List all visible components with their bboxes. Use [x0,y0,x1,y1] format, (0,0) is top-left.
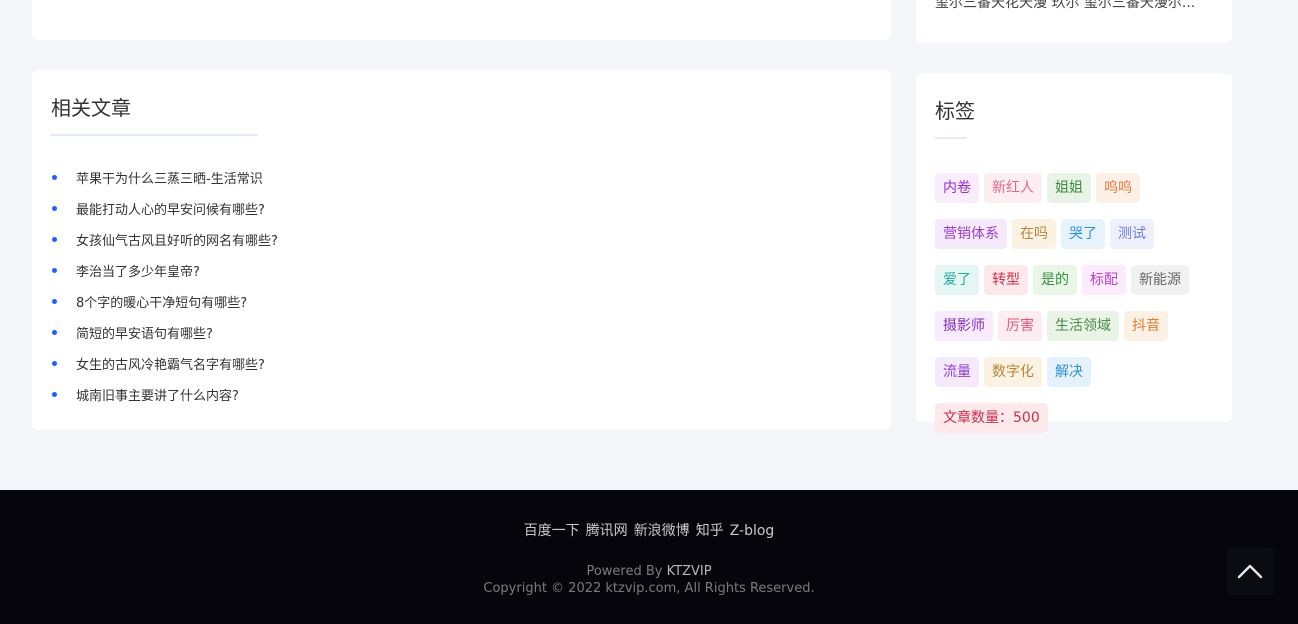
related-article-item: 8个字的暖心干净短句有哪些? [51,286,278,317]
tag-chip[interactable]: 数字化 [984,357,1042,387]
tag-chip[interactable]: 在吗 [1012,219,1056,249]
chevron-up-icon [1237,564,1263,579]
related-articles-title: 相关文章 [51,96,131,120]
footer-link[interactable]: 新浪微博 [634,523,690,539]
tag-chip[interactable]: 测试 [1110,219,1154,249]
sidebar-top-partial-text[interactable]: 玺尔三番天花天漫 玖尔 玺尔三番天漫尔... [935,0,1205,12]
tag-chip[interactable]: 文章数量：500 [935,403,1048,433]
related-article-item: 最能打动人心的早安问候有哪些? [51,193,278,224]
bullet-dot-icon [52,206,57,211]
powered-brand[interactable]: KTZVIP [667,564,712,579]
related-article-link[interactable]: 李治当了多少年皇帝? [76,261,200,280]
bullet-dot-icon [52,175,57,180]
tag-chip[interactable]: 流量 [935,357,979,387]
copyright-text: Copyright © 2022 ktzvip.com, All Rights … [483,581,815,596]
related-article-item: 女生的古风冷艳霸气名字有哪些? [51,348,278,379]
tag-chip[interactable]: 哭了 [1061,219,1105,249]
tag-chip[interactable]: 解决 [1047,357,1091,387]
related-articles-card: 相关文章 苹果干为什么三蒸三晒-生活常识 最能打动人心的早安问候有哪些? 女孩仙气古… [32,70,891,430]
related-article-item: 简短的早安语句有哪些? [51,317,278,348]
tag-chip[interactable]: 厉害 [998,311,1042,341]
footer-link[interactable]: 百度一下 [524,523,580,539]
tag-chip[interactable]: 营销体系 [935,219,1007,249]
tag-chip[interactable]: 生活领域 [1047,311,1119,341]
bullet-dot-icon [52,330,57,335]
tags-title: 标签 [935,99,975,123]
related-article-item: 女孩仙气古风且好听的网名有哪些? [51,224,278,255]
bullet-dot-icon [52,361,57,366]
related-title-underline [51,134,258,136]
tag-cloud: 内卷 新红人 姐姐 呜呜营销体系 在吗 哭了 测试爱了 转型 是的 标配 新能源摄影师 厉害 生活领域抖… [935,173,1225,433]
tag-chip[interactable]: 呜呜 [1096,173,1140,203]
tag-chip[interactable]: 是的 [1033,265,1077,295]
related-articles-list: 苹果干为什么三蒸三晒-生活常识 最能打动人心的早安问候有哪些? 女孩仙气古风且好听的… [51,162,278,410]
bullet-dot-icon [52,268,57,273]
related-article-item: 苹果干为什么三蒸三晒-生活常识 [51,162,278,193]
footer-link[interactable]: 知乎 [696,523,724,539]
tag-chip[interactable]: 姐姐 [1047,173,1091,203]
tags-title-underline [935,137,967,139]
bullet-dot-icon [52,392,57,397]
tag-chip[interactable]: 新能源 [1131,265,1189,295]
back-to-top-button[interactable] [1226,547,1274,595]
related-article-link[interactable]: 苹果干为什么三蒸三晒-生活常识 [76,168,263,187]
related-article-link[interactable]: 女生的古风冷艳霸气名字有哪些? [76,354,265,373]
tag-chip[interactable]: 标配 [1082,265,1126,295]
tag-chip[interactable]: 摄影师 [935,311,993,341]
powered-by: Powered By KTZVIP [0,564,1298,579]
related-article-link[interactable]: 最能打动人心的早安问候有哪些? [76,199,265,218]
tag-chip[interactable]: 爱了 [935,265,979,295]
related-article-link[interactable]: 简短的早安语句有哪些? [76,323,213,342]
tag-chip[interactable]: 转型 [984,265,1028,295]
footer-links: 百度一下 腾讯网 新浪微博 知乎 Z-blog [0,520,1298,540]
tag-chip[interactable]: 抖音 [1124,311,1168,341]
footer-link[interactable]: Z-blog [730,523,775,539]
related-article-item: 李治当了多少年皇帝? [51,255,278,286]
related-article-item: 城南旧事主要讲了什么内容? [51,379,278,410]
tag-chip[interactable]: 内卷 [935,173,979,203]
page: 玺尔三番天花天漫 玖尔 玺尔三番天漫尔... 相关文章 苹果干为什么三蒸三晒-生… [0,0,1298,624]
related-article-link[interactable]: 女孩仙气古风且好听的网名有哪些? [76,230,278,249]
bullet-dot-icon [52,299,57,304]
powered-prefix: Powered By [586,564,667,579]
sidebar-top-card: 玺尔三番天花天漫 玖尔 玺尔三番天漫尔... [916,0,1232,43]
related-article-link[interactable]: 8个字的暖心干净短句有哪些? [76,292,247,311]
bullet-dot-icon [52,237,57,242]
footer-link[interactable]: 腾讯网 [586,523,628,539]
tags-card: 标签 内卷 新红人 姐姐 呜呜营销体系 在吗 哭了 测试爱了 转型 是的 标配 新能源摄影师 厉害 生活… [916,73,1232,433]
related-article-link[interactable]: 城南旧事主要讲了什么内容? [76,385,239,404]
site-footer: 百度一下 腾讯网 新浪微博 知乎 Z-blog Powered By KTZVIP Co… [0,490,1298,624]
article-content-card [32,0,891,40]
tag-chip[interactable]: 新红人 [984,173,1042,203]
